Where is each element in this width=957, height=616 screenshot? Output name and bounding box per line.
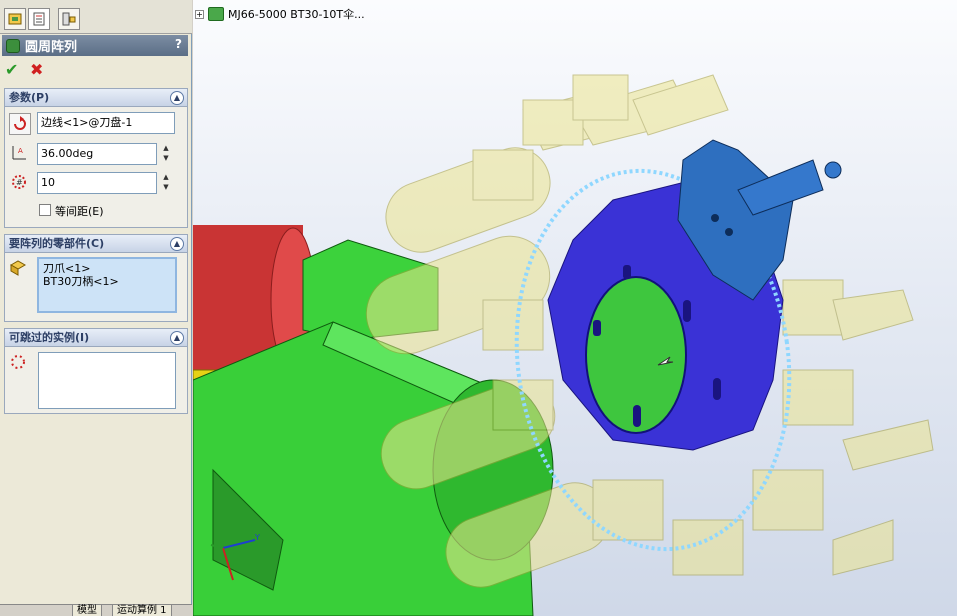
cancel-button[interactable]: ✖ bbox=[30, 60, 43, 79]
property-manager-panel: 圆周阵列 ? ✔ ✖ 参数(P) ▲ 边线<1>@刀盘-1 A 36.00deg… bbox=[0, 0, 192, 616]
components-listbox[interactable]: 刀爪<1> BT30刀柄<1> bbox=[37, 257, 177, 313]
collapse-icon[interactable]: ▲ bbox=[170, 91, 184, 105]
parameters-group: 参数(P) ▲ 边线<1>@刀盘-1 A 36.00deg ▲ ▼ # 10 ▲ ▼… bbox=[4, 88, 188, 228]
components-to-pattern-group: 要阵列的零部件(C) ▲ 刀爪<1> BT30刀柄<1> bbox=[4, 234, 188, 322]
feature-title-bar: 圆周阵列 ? bbox=[2, 35, 188, 56]
skip-group-title[interactable]: 可跳过的实例(I) ▲ bbox=[5, 329, 187, 347]
parameters-group-title[interactable]: 参数(P) ▲ bbox=[5, 89, 187, 107]
component-selection-icon bbox=[7, 257, 29, 279]
collapse-icon[interactable]: ▲ bbox=[170, 331, 184, 345]
instances-spinner[interactable]: ▲ ▼ bbox=[161, 172, 171, 194]
list-item[interactable]: 刀爪<1> bbox=[43, 262, 171, 275]
model-render: Y bbox=[193, 74, 934, 616]
tab-model[interactable]: 模型 bbox=[72, 605, 102, 616]
skip-instances-listbox[interactable] bbox=[38, 352, 176, 409]
equal-spacing-label: 等间距(E) bbox=[55, 205, 104, 218]
expand-icon[interactable]: + bbox=[195, 9, 204, 19]
feature-manager-icon[interactable] bbox=[4, 8, 26, 30]
angle-icon: A bbox=[8, 142, 30, 164]
instances-icon: # bbox=[8, 171, 30, 193]
pattern-axis-field[interactable]: 边线<1>@刀盘-1 bbox=[37, 112, 175, 134]
reverse-direction-icon[interactable] bbox=[9, 113, 31, 135]
configuration-manager-icon[interactable] bbox=[58, 8, 80, 30]
collapse-icon[interactable]: ▲ bbox=[170, 237, 184, 251]
property-manager-icon[interactable] bbox=[28, 8, 50, 30]
ok-button[interactable]: ✔ bbox=[5, 60, 18, 79]
tab-motion-study[interactable]: 运动算例 1 bbox=[112, 605, 172, 616]
skip-instances-icon bbox=[7, 351, 29, 373]
help-button[interactable]: ? bbox=[175, 37, 182, 51]
feature-tree-root[interactable]: + MJ66-5000 BT30-10T伞... bbox=[195, 6, 365, 22]
svg-text:Y: Y bbox=[254, 533, 260, 542]
components-title: 要阵列的零部件(C) bbox=[9, 237, 105, 250]
instances-field[interactable]: 10 bbox=[37, 172, 157, 194]
feature-title: 圆周阵列 bbox=[25, 40, 78, 55]
angle-field[interactable]: 36.00deg bbox=[37, 143, 157, 165]
panel-tab-strip bbox=[0, 0, 192, 34]
circular-pattern-icon bbox=[6, 38, 20, 53]
skip-title: 可跳过的实例(I) bbox=[9, 331, 90, 344]
instances-to-skip-group: 可跳过的实例(I) ▲ bbox=[4, 328, 188, 414]
parameters-title: 参数(P) bbox=[9, 91, 50, 104]
assembly-icon bbox=[208, 7, 224, 21]
svg-text:A: A bbox=[18, 147, 23, 155]
tree-root-label: MJ66-5000 BT30-10T伞... bbox=[228, 8, 365, 21]
components-group-title[interactable]: 要阵列的零部件(C) ▲ bbox=[5, 235, 187, 253]
angle-spinner[interactable]: ▲ ▼ bbox=[161, 143, 171, 165]
graphics-viewport[interactable]: Y + MJ66-5000 BT30-10T伞... bbox=[193, 0, 957, 616]
list-item[interactable]: BT30刀柄<1> bbox=[43, 275, 171, 288]
equal-spacing-checkbox[interactable] bbox=[39, 204, 51, 216]
svg-text:#: # bbox=[16, 178, 23, 187]
bottom-tab-bar: 模型 运动算例 1 bbox=[0, 604, 192, 616]
